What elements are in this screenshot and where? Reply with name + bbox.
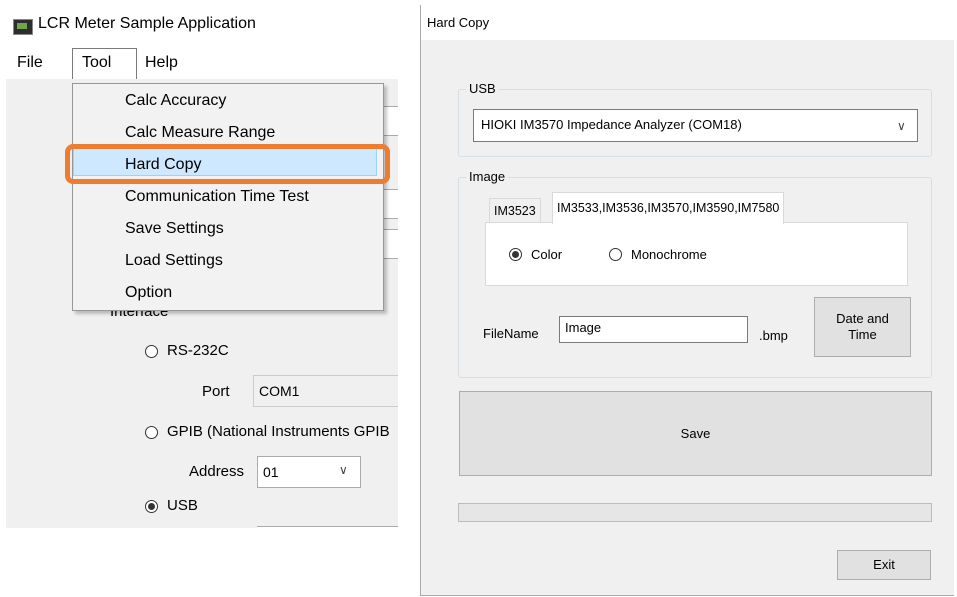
menu-item-save-settings[interactable]: Save Settings: [125, 220, 224, 238]
usb-label: USB: [167, 497, 198, 514]
main-window: LCR Meter Sample Application File Tool H…: [6, 5, 398, 528]
menu-tool[interactable]: Tool: [82, 54, 111, 72]
tab-im3533-group[interactable]: IM3533,IM3536,IM3570,IM3590,IM7580: [552, 192, 785, 224]
hidden-field-edge: [382, 106, 398, 136]
dialog-title: Hard Copy: [427, 15, 490, 30]
hard-copy-callout: [65, 144, 390, 184]
monochrome-label: Monochrome: [631, 247, 707, 262]
main-title-bar: LCR Meter Sample Application: [6, 5, 398, 45]
menu-item-communication-time-test[interactable]: Communication Time Test: [125, 188, 309, 206]
usb-device-field-edge: [257, 526, 398, 528]
date-and-time-button[interactable]: Date and Time: [814, 297, 911, 357]
port-label: Port: [202, 383, 230, 400]
menu-item-calc-measure-range[interactable]: Calc Measure Range: [125, 124, 275, 142]
filename-input[interactable]: Image: [559, 316, 748, 343]
hidden-field-edge: [382, 189, 398, 219]
menu-bar: [6, 45, 398, 79]
rs232c-label: RS-232C: [167, 342, 229, 359]
usb-group-label: USB: [466, 81, 499, 96]
menu-item-option[interactable]: Option: [125, 284, 172, 302]
color-label: Color: [531, 247, 563, 262]
usb-radio[interactable]: [145, 500, 158, 513]
file-extension: .bmp: [759, 328, 788, 343]
menu-file[interactable]: File: [17, 54, 43, 72]
main-window-title: LCR Meter Sample Application: [38, 15, 256, 32]
gpib-label: GPIB (National Instruments GPIB: [167, 423, 390, 440]
rs232c-radio[interactable]: [145, 345, 158, 358]
menu-item-load-settings[interactable]: Load Settings: [125, 252, 223, 270]
chevron-down-icon: ∨: [339, 463, 348, 477]
menu-item-calc-accuracy[interactable]: Calc Accuracy: [125, 92, 226, 110]
tab-im3523[interactable]: IM3523: [489, 198, 541, 223]
usb-device-select[interactable]: HIOKI IM3570 Impedance Analyzer (COM18): [473, 109, 918, 142]
app-icon: [13, 19, 33, 35]
progress-bar: [458, 503, 932, 522]
port-field[interactable]: COM1: [253, 375, 398, 407]
usb-device-value: HIOKI IM3570 Impedance Analyzer (COM18): [481, 117, 742, 132]
menu-help[interactable]: Help: [145, 54, 178, 72]
hidden-field-edge: [382, 229, 398, 259]
color-radio[interactable]: [509, 248, 522, 261]
address-label: Address: [189, 463, 245, 480]
gpib-radio[interactable]: [145, 426, 158, 439]
dialog-title-bar: Hard Copy: [421, 5, 954, 40]
exit-button[interactable]: Exit: [837, 550, 931, 580]
monochrome-radio[interactable]: [609, 248, 622, 261]
chevron-down-icon: ∨: [897, 119, 906, 133]
image-group-label: Image: [466, 169, 509, 184]
save-button[interactable]: Save: [459, 391, 932, 476]
hard-copy-dialog: Hard Copy USB HIOKI IM3570 Impedance Ana…: [420, 5, 954, 596]
filename-label: FileName: [483, 326, 539, 341]
tool-dropdown-menu: Calc Accuracy Calc Measure Range Hard Co…: [72, 83, 384, 311]
address-value: 01: [263, 464, 279, 480]
